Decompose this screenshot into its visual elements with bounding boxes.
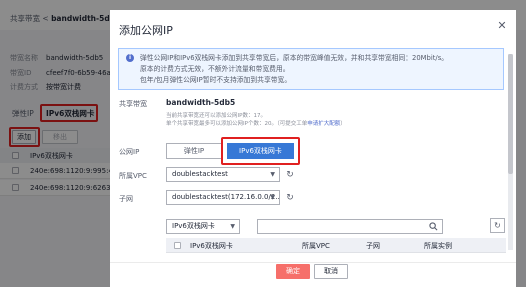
quota-hint-1: 当前共享带宽还可以添加公网IP数：17。	[166, 113, 266, 119]
segment-eip[interactable]: 弹性IP	[166, 143, 222, 159]
chevron-down-icon: ▼	[230, 223, 235, 230]
search-icon[interactable]	[429, 222, 438, 231]
select-all-checkbox[interactable]	[174, 242, 181, 249]
shared-bandwidth-label: 共享带宽	[119, 100, 147, 108]
info-icon: i	[126, 54, 134, 62]
dialog-footer	[110, 262, 516, 287]
table-refresh-icon[interactable]: ↻	[490, 218, 505, 233]
cancel-button[interactable]: 取消	[314, 264, 348, 279]
notice-text: 弹性公网IP和IPv6双栈网卡添加到共享带宽后，原本的带宽峰值无效，并和共享带宽…	[140, 54, 449, 84]
search-input[interactable]	[257, 219, 443, 234]
chevron-down-icon: ▼	[270, 171, 275, 178]
column-vpc: 所属VPC	[302, 242, 330, 250]
column-subnet: 子网	[366, 242, 380, 250]
quota-increase-link[interactable]: 申请扩大配额	[307, 121, 340, 127]
shared-bandwidth-value: bandwidth-5db5	[166, 98, 236, 107]
column-instance: 所属实例	[424, 242, 452, 250]
highlight-segment-ipv6	[221, 137, 300, 165]
subnet-select[interactable]: doublestacktest(172.16.0.0/2... ▼	[166, 190, 280, 205]
chevron-down-icon: ▼	[270, 194, 275, 201]
vpc-refresh-icon[interactable]: ↻	[285, 170, 295, 180]
nic-table-header: IPv6双栈网卡 所属VPC 子网 所属实例	[166, 238, 506, 253]
vpc-select[interactable]: doublestacktest ▼	[166, 167, 280, 182]
add-public-ip-dialog: 添加公网IP ✕ i 弹性公网IP和IPv6双栈网卡添加到共享带宽后，原本的带宽…	[110, 10, 516, 287]
notice-box: i 弹性公网IP和IPv6双栈网卡添加到共享带宽后，原本的带宽峰值无效，并和共享…	[118, 48, 504, 90]
dialog-title: 添加公网IP	[119, 24, 173, 37]
filter-type-select[interactable]: IPv6双栈网卡 ▼	[166, 219, 240, 234]
close-icon[interactable]: ✕	[496, 20, 508, 32]
subnet-refresh-icon[interactable]: ↻	[285, 193, 295, 203]
vpc-label: 所属VPC	[119, 172, 147, 180]
column-ipv6-nic: IPv6双栈网卡	[190, 242, 233, 250]
quota-hint-2: 单个共享带宽最多可以添加公网IP个数：20。（可提交工单申请扩大配额）	[166, 121, 346, 127]
confirm-button[interactable]: 确定	[276, 264, 310, 279]
public-ip-label: 公网IP	[119, 148, 140, 156]
subnet-label: 子网	[119, 195, 133, 203]
scrollbar-thumb[interactable]	[508, 54, 513, 174]
